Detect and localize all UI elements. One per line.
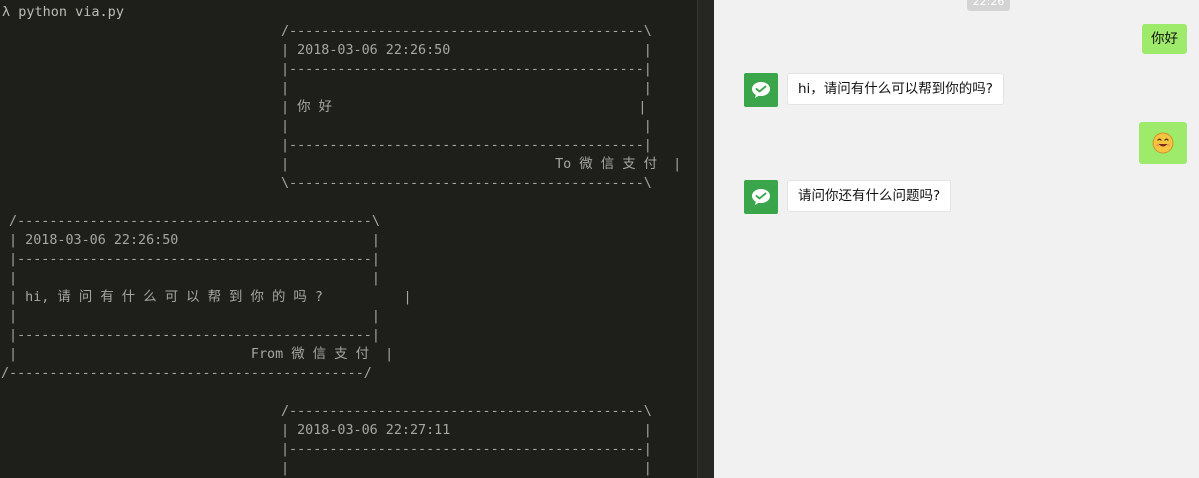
- terminal-message-box: /---------------------------------------…: [281, 24, 682, 191]
- received-message-bubble[interactable]: 请问你还有什么问题吗?: [787, 180, 952, 212]
- wechat-pay-avatar[interactable]: [744, 73, 778, 107]
- wechat-pay-avatar[interactable]: [744, 180, 778, 214]
- chat-window[interactable]: 22:26 你好 hi，请问有什么可以帮到你的吗? 请问你还有什么问题吗?: [714, 0, 1199, 478]
- sent-message-bubble[interactable]: 你好: [1142, 24, 1187, 54]
- grinning-face-emoji-icon: [1152, 132, 1174, 154]
- wechat-logo-icon: [752, 82, 770, 98]
- timestamp-pill: 22:26: [967, 0, 1010, 11]
- terminal-message-box: /---------------------------------------…: [1, 214, 412, 381]
- received-message-bubble[interactable]: hi，请问有什么可以帮到你的吗?: [787, 73, 1004, 105]
- terminal-prompt: λ python via.py: [2, 4, 124, 20]
- wechat-logo-icon: [752, 189, 770, 205]
- pane-divider[interactable]: [697, 0, 715, 478]
- terminal-command: python via.py: [18, 4, 124, 20]
- terminal-message-box: /---------------------------------------…: [281, 404, 652, 476]
- sent-emoji-bubble[interactable]: [1139, 122, 1187, 164]
- prompt-symbol: λ: [2, 4, 11, 20]
- terminal-window[interactable]: λ python via.py /-----------------------…: [0, 0, 697, 478]
